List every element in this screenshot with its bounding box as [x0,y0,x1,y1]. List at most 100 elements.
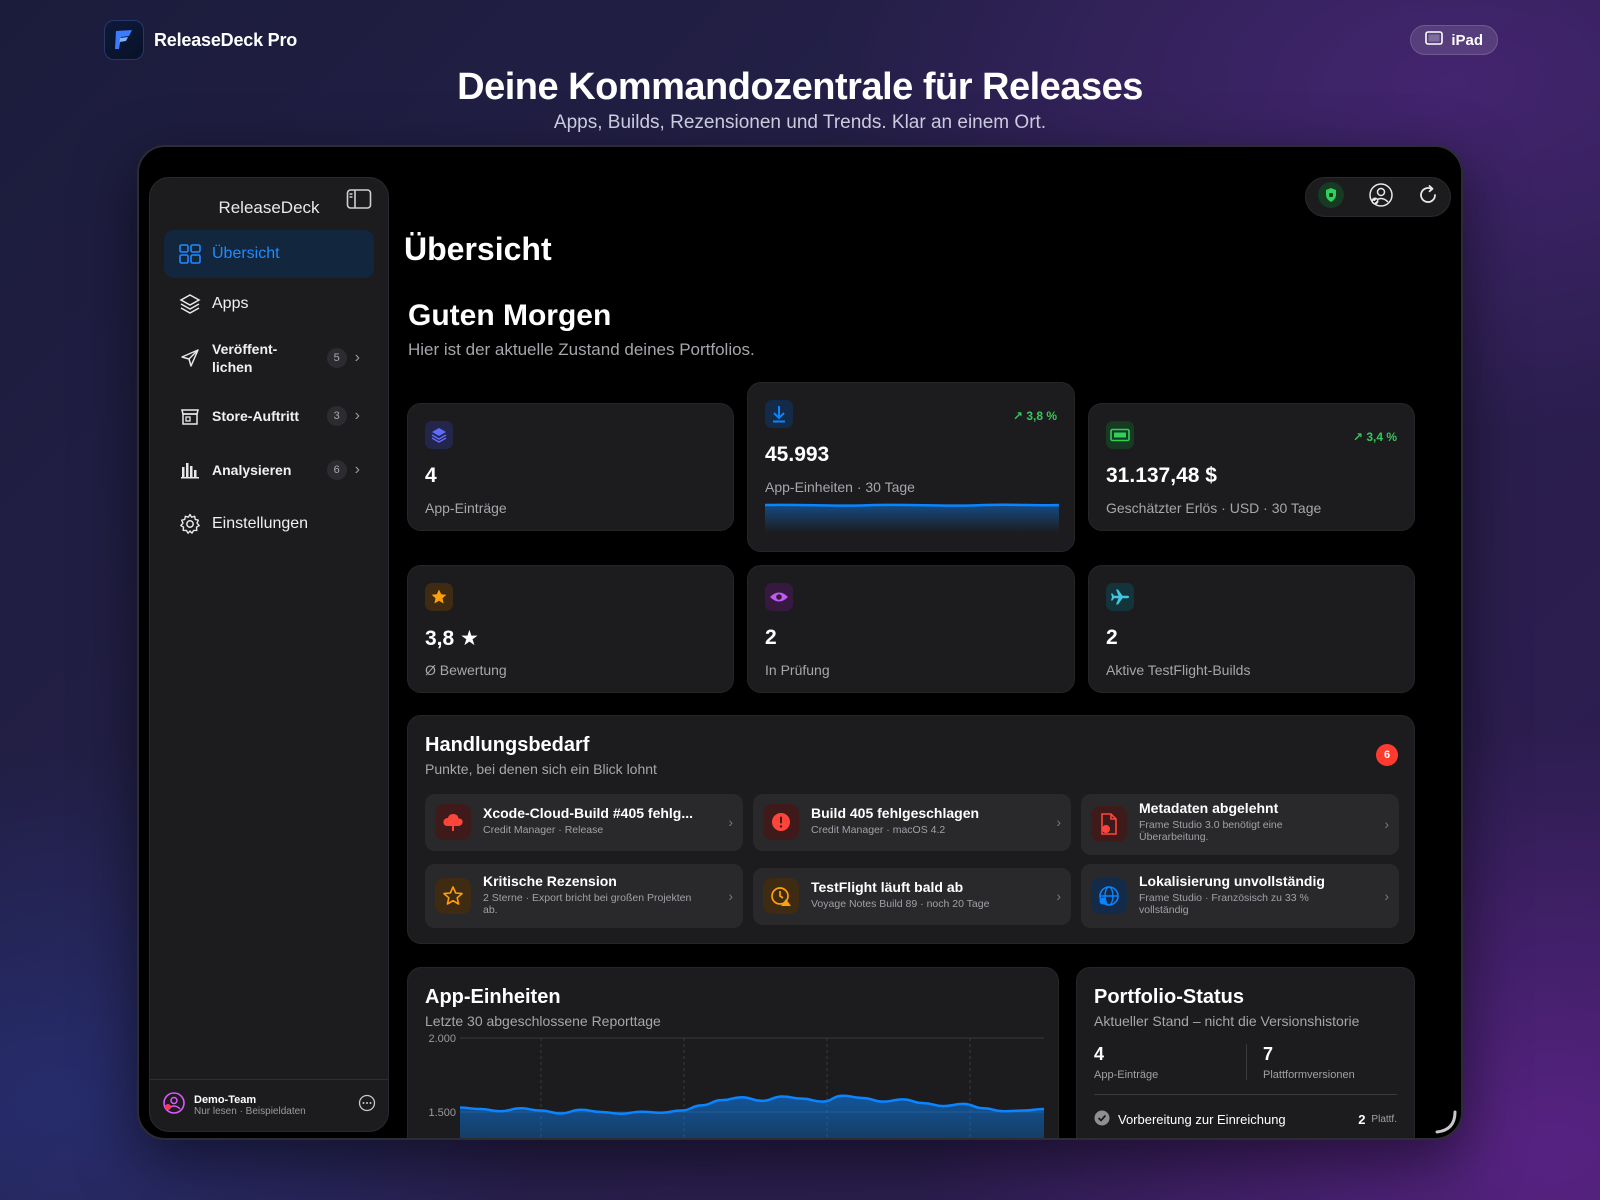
kpi-rating[interactable]: 3,8 ★ Ø Bewertung [407,565,734,693]
count-badge: 5 [326,348,347,368]
sidebar-item-label: Übersicht [212,245,280,262]
team-footer[interactable]: Demo-Team Nur lesen · Beispieldaten [150,1079,388,1131]
grid-icon [178,242,202,266]
chart-subtitle: Letzte 30 abgeschlossene Reporttage [425,1013,661,1029]
ipad-frame: ReleaseDeck Übersicht Apps Veröffent-lic… [137,145,1463,1140]
stack-icon [178,292,202,316]
star-outline-icon [435,878,471,914]
action-item[interactable]: Build 405 fehlgeschlagen Credit Manager … [753,794,1071,851]
action-item[interactable]: Metadaten abgelehnt Frame Studio 3.0 ben… [1081,794,1399,855]
action-subtitle: Voyage Notes Build 89 · noch 20 Tage [811,898,990,910]
main-content: Übersicht Guten Morgen Hier ist der aktu… [404,147,1441,1138]
team-avatar-icon [162,1091,186,1120]
sidebar-item-uebersicht[interactable]: Übersicht [164,230,374,278]
sidebar-item-veroeffentlichen[interactable]: Veröffent-lichen 5 › [164,330,374,386]
portfolio-row[interactable]: Vorbereitung zur Einreichung 2 Plattf. [1094,1110,1397,1129]
kpi-trend: ↗ 3,8 % [1012,409,1057,423]
area-series-fill [460,1095,1044,1138]
sidebar-item-einstellungen[interactable]: Einstellungen [164,500,374,548]
clock-warning-icon [763,878,799,914]
kpi-label: Aktive TestFlight-Builds [1106,662,1251,678]
kpi-value: 2 [765,626,777,649]
portfolio-stat: 7 Plattformversionen [1263,1044,1355,1081]
action-count-badge: 6 [1376,744,1398,766]
sidebar-item-label: Apps [212,295,249,312]
sidebar-item-label: Einstellungen [212,515,309,532]
stat-value: 4 [1094,1044,1105,1064]
device-label: iPad [1451,31,1483,49]
action-item[interactable]: Kritische Rezension 2 Sterne · Export br… [425,864,743,928]
count-badge: 3 [326,406,347,426]
sidebar-item-label: Analysieren [212,462,292,478]
action-subtitle: Credit Manager · Release [483,824,604,836]
chevron-right-icon: › [1056,888,1061,904]
kpi-testflight[interactable]: 2 Aktive TestFlight-Builds [1088,565,1415,693]
divider [1094,1094,1397,1095]
divider [1246,1044,1247,1080]
action-title: Lokalisierung unvollständig [1139,873,1325,889]
units-area-chart: 2.000 1.500 [428,1033,1045,1138]
resize-handle-icon[interactable] [1431,1108,1457,1134]
team-mode: Nur lesen · Beispieldaten [194,1106,306,1117]
gear-icon [178,512,202,536]
app-name: ReleaseDeck Pro [154,29,298,50]
stat-label: Plattformversionen [1263,1069,1355,1081]
team-name: Demo-Team [194,1094,257,1106]
kpi-trend: ↗ 3,4 % [1352,430,1397,444]
app-logo-icon [104,20,144,60]
bar-chart-icon [178,458,202,482]
kpi-app-entries[interactable]: 4 App-Einträge [407,403,734,531]
airplane-icon [1106,583,1134,611]
kpi-app-units[interactable]: ↗ 3,8 % 45.993 App-Einheiten · 30 Tage [747,382,1075,552]
kpi-in-review[interactable]: 2 In Prüfung [747,565,1075,693]
device-switch-button[interactable]: iPad [1410,25,1498,55]
trend-up-icon: ↗ [1352,430,1367,444]
more-icon[interactable] [358,1094,376,1117]
kpi-value: 45.993 [765,443,830,466]
chevron-right-icon: › [1384,888,1389,904]
kpi-sparkline [765,503,1059,533]
trend-up-icon: ↗ [1012,409,1027,423]
kpi-label: In Prüfung [765,662,830,678]
kpi-revenue[interactable]: ↗ 3,4 % 31.137,48 $ Geschätzter Erlös · … [1088,403,1415,531]
chevron-right-icon: › [728,888,733,904]
section-subtitle: Punkte, bei denen sich ein Blick lohnt [425,761,657,777]
sidebar-item-apps[interactable]: Apps [164,280,374,328]
chevron-right-icon: › [728,814,733,830]
action-subtitle: Frame Studio · Französisch zu 33 % volls… [1139,892,1309,916]
sidebar-toggle-icon[interactable] [346,188,372,210]
chevron-right-icon: › [354,349,360,366]
count-badge: 6 [326,460,347,480]
action-item[interactable]: Lokalisierung unvollständig Frame Studio… [1081,864,1399,928]
sidebar-item-label: Store-Auftritt [212,408,300,424]
y-tick-label: 1.500 [428,1107,456,1119]
action-subtitle: Frame Studio 3.0 benötigt eine Überarbei… [1139,819,1283,843]
sidebar-item-analysieren[interactable]: Analysieren 6 › [164,446,374,494]
action-title: Metadaten abgelehnt [1139,800,1279,816]
tablet-icon [1425,31,1444,49]
sidebar-item-store-auftritt[interactable]: Store-Auftritt 3 › [164,388,374,444]
kpi-value: 31.137,48 $ [1106,464,1217,487]
banknote-icon [1106,421,1134,449]
cloud-error-icon [435,804,471,840]
star-icon [425,583,453,611]
paper-plane-icon [178,346,202,370]
hero-title: Deine Kommandozentrale für Releases [457,66,1143,108]
stat-label: App-Einträge [1094,1069,1159,1081]
greeting: Guten Morgen [408,299,612,332]
chart-title: App-Einheiten [425,986,561,1008]
action-subtitle: Credit Manager · macOS 4.2 [811,824,946,836]
portfolio-stat: 4 App-Einträge [1094,1044,1158,1081]
y-tick-label: 2.000 [428,1033,456,1045]
action-item[interactable]: Xcode-Cloud-Build #405 fehlg... Credit M… [425,794,743,851]
kpi-label: App-Einträge [425,500,507,516]
action-title: TestFlight läuft bald ab [811,879,964,895]
action-item[interactable]: TestFlight läuft bald ab Voyage Notes Bu… [753,868,1071,925]
chevron-right-icon: › [1056,814,1061,830]
sidebar: ReleaseDeck Übersicht Apps Veröffent-lic… [149,177,389,1132]
section-title: Handlungsbedarf [425,734,590,756]
chevron-right-icon: › [354,407,360,424]
chevron-right-icon: › [1384,816,1389,832]
exclamation-icon [763,804,799,840]
stack-icon [425,421,453,449]
